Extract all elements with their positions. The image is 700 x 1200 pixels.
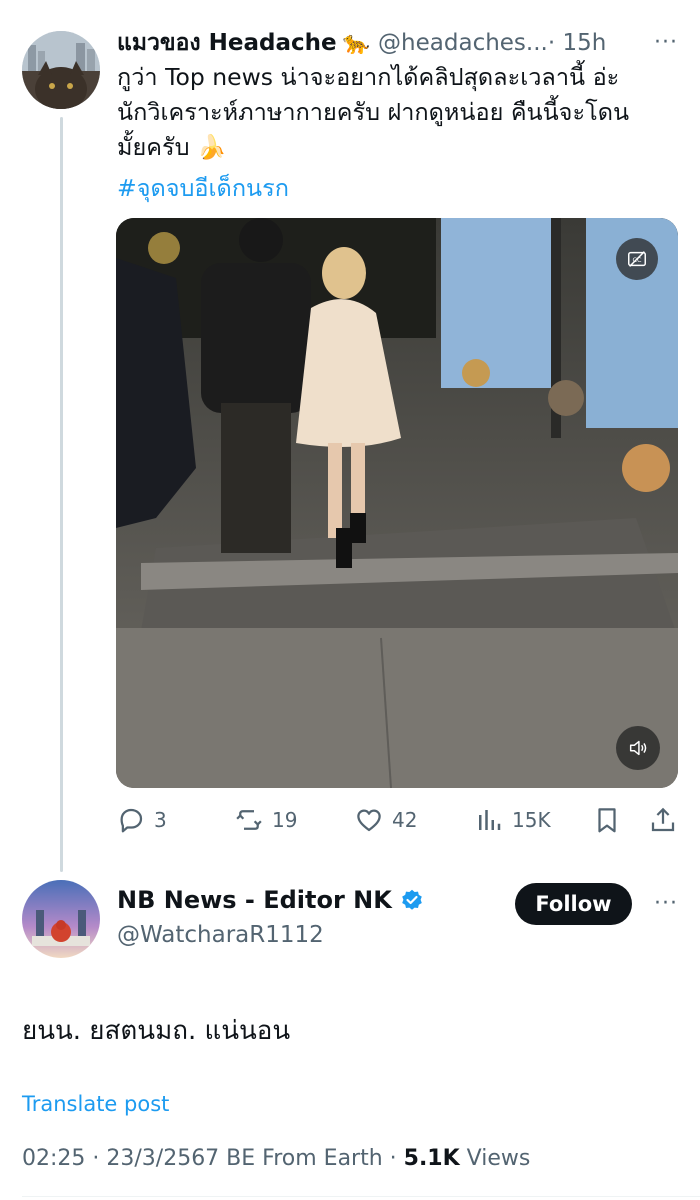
post-timestamp[interactable]: 02:25 · 23/3/2567 BE From Earth · xyxy=(22,1146,404,1171)
thread-connector-line xyxy=(60,117,63,872)
avatar[interactable] xyxy=(22,31,100,109)
post-time[interactable]: · 15h xyxy=(548,30,606,56)
bookmark-icon xyxy=(598,808,616,833)
more-options-icon[interactable]: ··· xyxy=(654,891,678,916)
views-count: 5.1K xyxy=(403,1146,460,1171)
post-metadata: 02:25 · 23/3/2567 BE From Earth · 5.1K V… xyxy=(22,1146,530,1171)
tweet-header: แมวของ Headache 🐆 @headaches... · 15h xyxy=(117,26,670,60)
bookmark-button[interactable] xyxy=(592,800,622,840)
volume-icon[interactable] xyxy=(616,726,660,770)
user-handle[interactable]: @headaches... xyxy=(378,30,548,56)
news-avatar-image xyxy=(22,880,100,958)
video-frame xyxy=(116,218,678,788)
reply-button[interactable]: 3 xyxy=(116,800,167,840)
views-count: 15K xyxy=(512,808,551,832)
views-label: Views xyxy=(459,1146,531,1171)
reply-icon xyxy=(120,808,143,833)
captions-off-icon[interactable]: CC xyxy=(616,238,658,280)
cat-avatar-image xyxy=(22,31,100,109)
hashtag-link[interactable]: #จุดจบอีเด็กนรก xyxy=(117,170,289,207)
share-icon xyxy=(651,807,675,832)
repost-count: 19 xyxy=(272,808,298,832)
avatar[interactable] xyxy=(22,880,100,958)
display-name[interactable]: NB News - Editor NK xyxy=(117,886,392,914)
tweet-text: กูว่า Top news น่าจะอยากได้คลิปสุดละเวลา… xyxy=(117,63,630,161)
views-button[interactable]: 15K xyxy=(474,800,551,840)
tweet-actions-bar: 3 19 42 15K xyxy=(116,800,682,840)
verified-badge-icon xyxy=(402,889,422,910)
repost-icon xyxy=(236,810,262,830)
reply-author-name[interactable]: NB News - Editor NK xyxy=(117,886,424,914)
like-icon xyxy=(357,809,381,832)
like-count: 42 xyxy=(392,808,418,832)
repost-button[interactable]: 19 xyxy=(234,800,297,840)
leopard-emoji: 🐆 xyxy=(342,30,371,56)
user-handle[interactable]: @WatcharaR1112 xyxy=(117,922,324,948)
more-options-icon[interactable]: ··· xyxy=(654,30,678,55)
reply-count: 3 xyxy=(154,808,167,832)
like-button[interactable]: 42 xyxy=(354,800,417,840)
translate-post-link[interactable]: Translate post xyxy=(22,1092,169,1116)
display-name[interactable]: แมวของ Headache xyxy=(117,25,337,61)
divider xyxy=(22,1196,700,1197)
reply-text: ยนน. ยสตนมถ. แน่นอน xyxy=(22,1016,291,1046)
share-button[interactable] xyxy=(648,800,678,840)
video-player[interactable]: CC xyxy=(116,218,678,788)
views-icon xyxy=(479,810,501,830)
follow-button[interactable]: Follow xyxy=(515,883,632,925)
